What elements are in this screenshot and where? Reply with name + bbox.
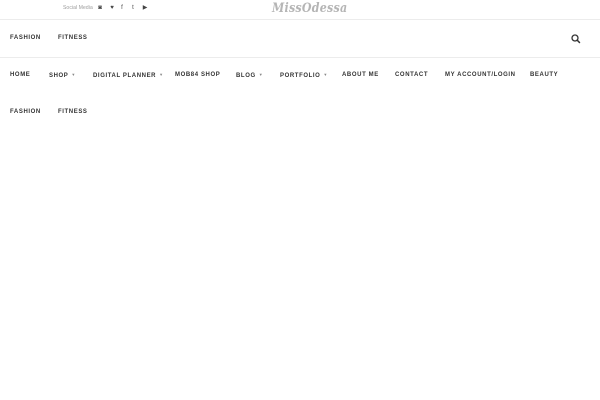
nav-contact-label: CONTACT [395, 72, 429, 78]
chevron-down-icon: ▼ [323, 72, 328, 77]
category-fashion[interactable]: FASHION [10, 35, 41, 41]
sub-nav: FASHION FITNESS [0, 96, 600, 126]
nav-my-account-login-label: MY ACCOUNT/LOGIN [445, 72, 516, 78]
nav-shop-label: SHOP [49, 73, 69, 79]
nav-portfolio-label: PORTFOLIO [280, 73, 321, 79]
twitter-icon[interactable]: ♥ [108, 3, 116, 13]
search-icon[interactable] [568, 32, 584, 46]
nav-blog[interactable]: BLOG ▼ [236, 72, 263, 79]
nav-home[interactable]: HOME [10, 72, 30, 78]
chevron-down-icon: ▼ [71, 72, 76, 77]
youtube-icon[interactable]: ▶ [141, 3, 149, 13]
chevron-down-icon: ▼ [258, 72, 264, 77]
chevron-down-icon: ▼ [159, 72, 164, 77]
sub-nav-fashion[interactable]: FASHION [10, 109, 41, 115]
top-bar: Social Media ◙ ♥ f t ▶ MissOdessa [0, 0, 600, 20]
tumblr-icon[interactable]: t [129, 3, 137, 13]
nav-about-me-label: ABOUT ME [342, 72, 379, 78]
social-media-label: Social Media [63, 5, 93, 11]
nav-beauty[interactable]: BEAUTY [530, 72, 558, 78]
sub-nav-fitness[interactable]: FITNESS [58, 109, 88, 115]
main-nav: HOME SHOP ▼ DIGITAL PLANNER ▼ MOB84 SHOP B… [0, 58, 600, 94]
nav-blog-label: BLOG [236, 73, 256, 79]
nav-digital-planner-label: DIGITAL PLANNER [93, 73, 157, 79]
site-logo[interactable]: MissOdessa [272, 1, 347, 16]
nav-mob84-shop-label: MOB84 SHOP [175, 72, 221, 78]
category-bar: FASHION FITNESS [0, 21, 600, 58]
facebook-icon[interactable]: f [118, 3, 126, 13]
nav-home-label: HOME [10, 72, 31, 78]
nav-contact[interactable]: CONTACT [395, 72, 428, 78]
nav-shop[interactable]: SHOP ▼ [49, 72, 76, 79]
category-fitness[interactable]: FITNESS [58, 35, 88, 41]
nav-beauty-label: BEAUTY [530, 72, 559, 78]
nav-about-me[interactable]: ABOUT ME [342, 72, 379, 78]
nav-my-account-login[interactable]: MY ACCOUNT/LOGIN [445, 72, 516, 78]
nav-portfolio[interactable]: PORTFOLIO ▼ [280, 72, 328, 79]
nav-digital-planner[interactable]: DIGITAL PLANNER ▼ [93, 72, 164, 79]
instagram-icon[interactable]: ◙ [96, 3, 104, 13]
nav-mob84-shop[interactable]: MOB84 SHOP [175, 72, 220, 78]
